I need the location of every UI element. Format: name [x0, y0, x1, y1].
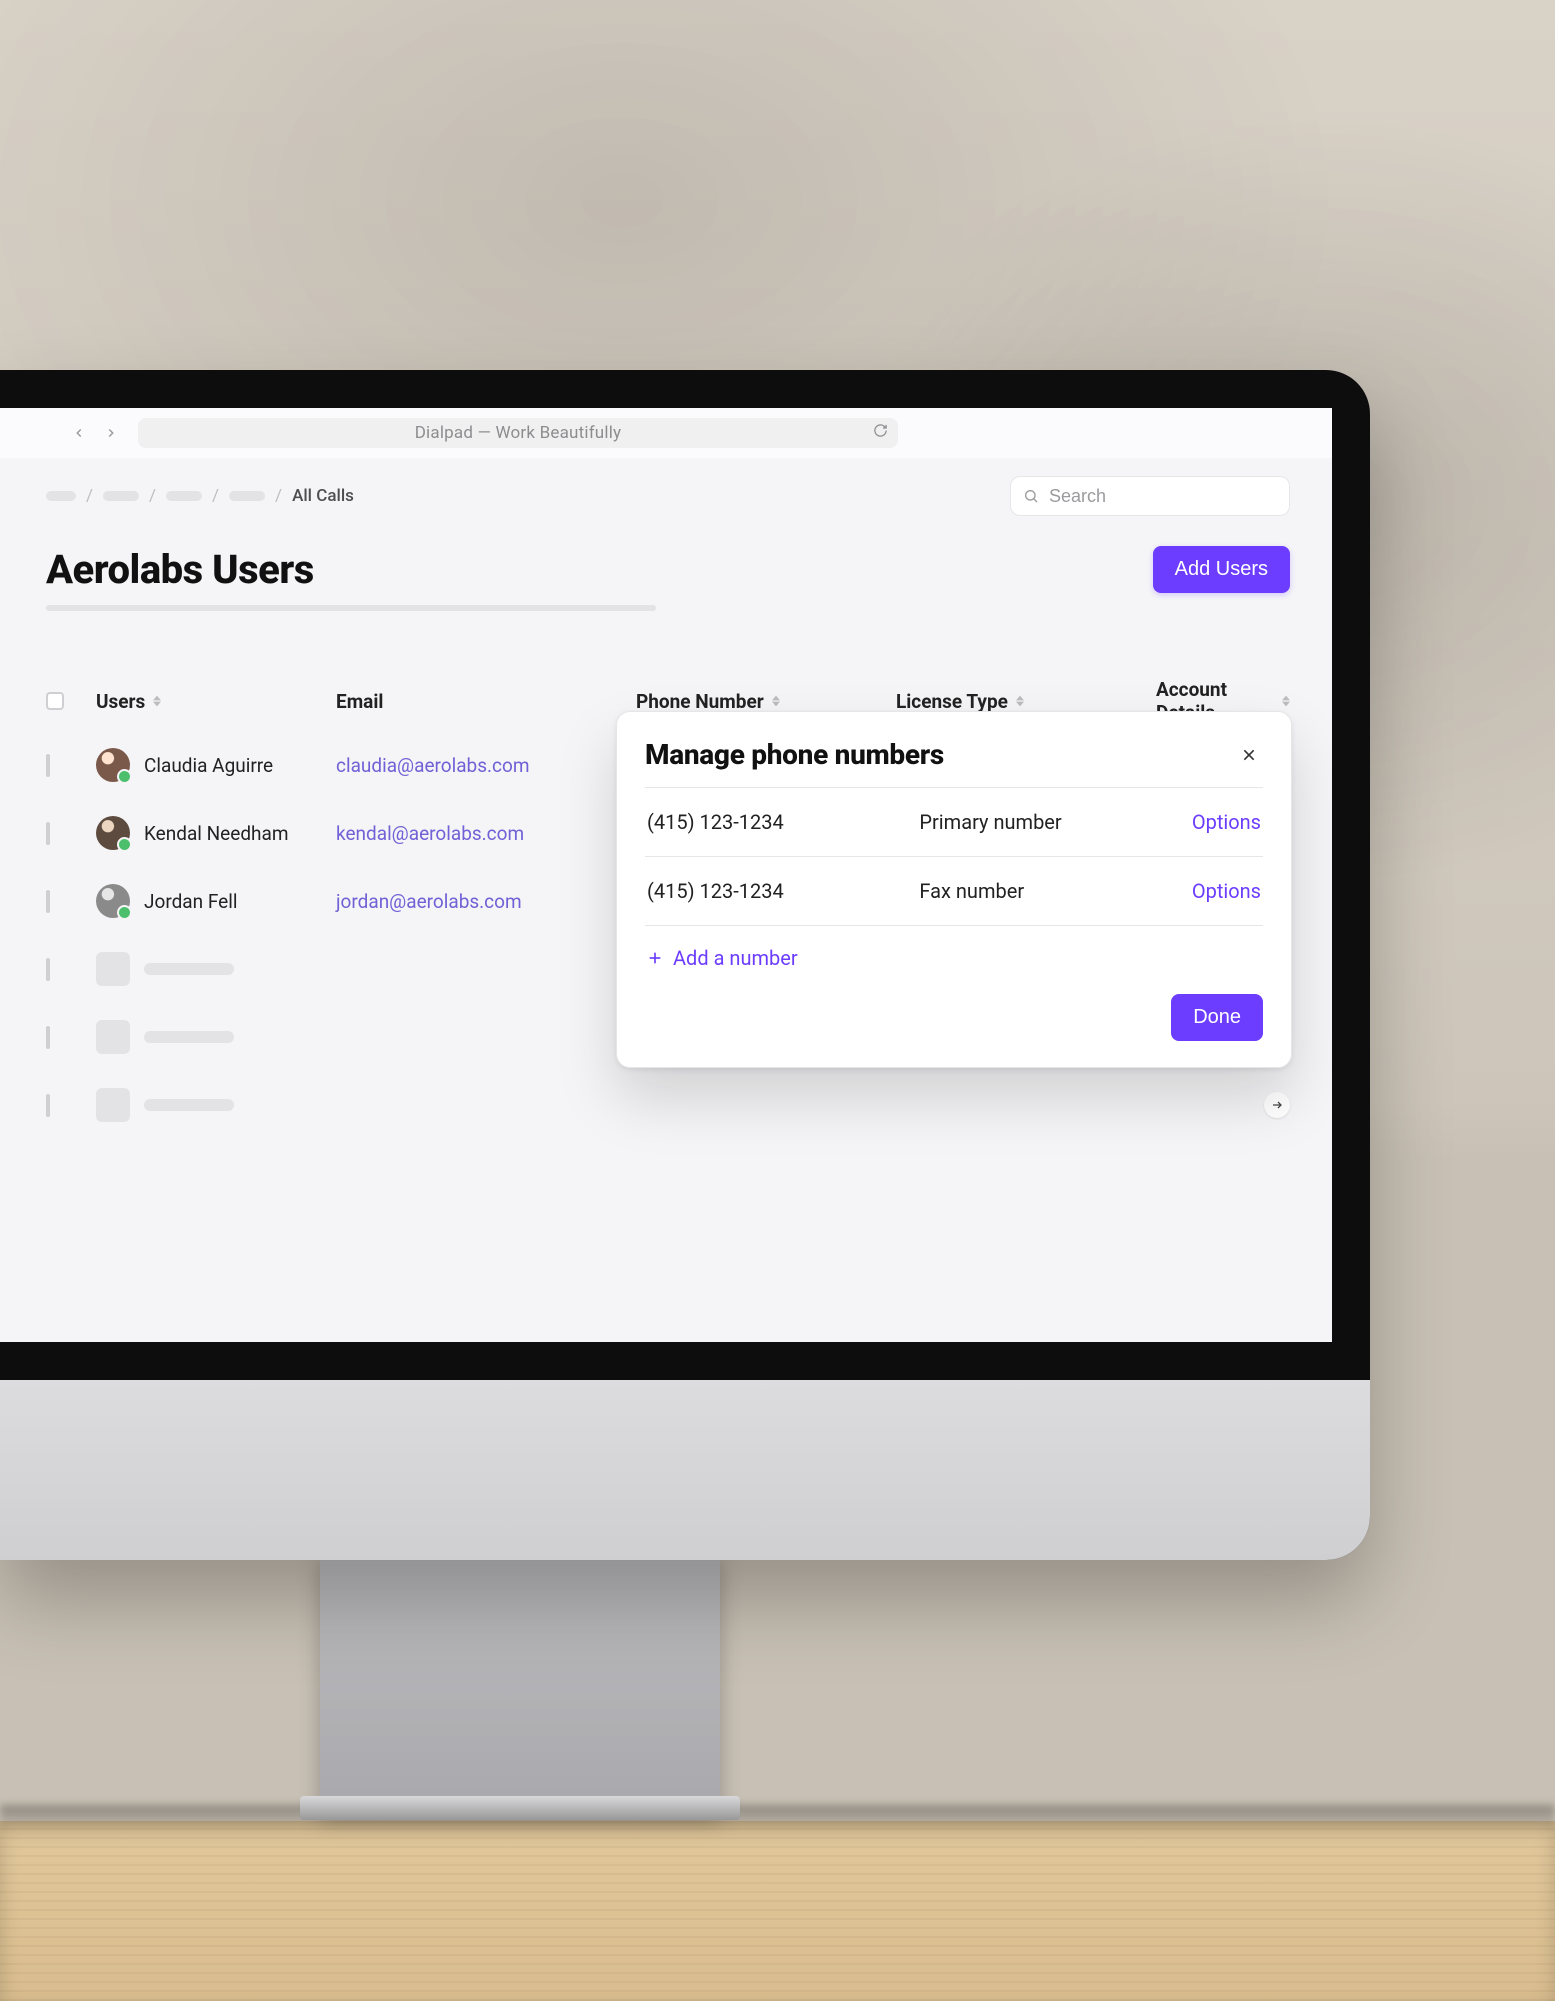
user-email-link[interactable]: jordan@aerolabs.com [336, 890, 522, 913]
avatar-skeleton [96, 1020, 130, 1054]
popover-title: Manage phone numbers [645, 738, 944, 771]
page-title: Aerolabs Users [46, 546, 314, 593]
column-license[interactable]: License Type [896, 690, 1156, 713]
breadcrumb-skeleton [229, 491, 265, 501]
breadcrumb: / / / / All Calls [46, 486, 354, 506]
column-email-label: Email [336, 690, 383, 713]
phone-number-row: (415) 123-1234 Fax number Options [645, 857, 1263, 926]
row-checkbox[interactable] [46, 1094, 50, 1117]
title-underline [46, 605, 1290, 615]
user-email-link[interactable]: kendal@aerolabs.com [336, 822, 524, 845]
desk-surface [0, 1821, 1555, 2001]
screen: Dialpad — Work Beautifully / / / [0, 408, 1332, 1342]
users-table: Users Email Phone Number [46, 671, 1290, 1139]
phone-number-value: (415) 123-1234 [647, 879, 919, 903]
row-checkbox[interactable] [46, 822, 50, 845]
phone-number-type: Fax number [919, 879, 1191, 903]
monitor-chin [0, 1380, 1370, 1560]
user-email-link[interactable]: claudia@aerolabs.com [336, 754, 530, 777]
avatar [96, 748, 130, 782]
sort-icon [1016, 695, 1024, 707]
manage-phone-numbers-popover: Manage phone numbers (415) 123-1234 Prim… [616, 711, 1292, 1068]
browser-top-bar: Dialpad — Work Beautifully [0, 408, 1332, 458]
select-all-checkbox[interactable] [46, 692, 64, 710]
row-checkbox[interactable] [46, 890, 50, 913]
row-expand-button[interactable] [1264, 1092, 1290, 1118]
page-header: Aerolabs Users Add Users [46, 546, 1290, 593]
breadcrumb-separator: / [212, 486, 219, 506]
phone-number-options-link[interactable]: Options [1192, 879, 1261, 903]
phone-number-type: Primary number [919, 810, 1191, 834]
add-number-button[interactable]: Add a number [645, 926, 1263, 980]
user-name: Claudia Aguirre [144, 754, 273, 777]
monitor-stand [320, 1548, 720, 1808]
search-icon [1023, 488, 1039, 504]
plus-icon [647, 950, 663, 966]
column-license-label: License Type [896, 690, 1008, 713]
sort-icon [153, 695, 161, 707]
breadcrumb-skeleton [46, 491, 76, 501]
sort-icon [772, 695, 780, 707]
reload-icon[interactable] [873, 423, 888, 443]
column-phone-label: Phone Number [636, 690, 764, 713]
address-bar-title: Dialpad — Work Beautifully [415, 423, 622, 443]
search-input[interactable] [1047, 485, 1277, 508]
sort-icon [1282, 695, 1290, 707]
column-email[interactable]: Email [336, 690, 636, 713]
phone-number-options-link[interactable]: Options [1192, 810, 1261, 834]
user-name: Kendal Needham [144, 822, 289, 845]
user-name: Jordan Fell [144, 890, 237, 913]
column-users[interactable]: Users [96, 690, 336, 713]
nav-back-button[interactable] [70, 424, 88, 442]
skeleton-line [144, 1031, 234, 1043]
done-button[interactable]: Done [1171, 994, 1263, 1041]
breadcrumb-separator: / [86, 486, 93, 506]
add-number-label: Add a number [673, 946, 798, 970]
nav-forward-button[interactable] [102, 424, 120, 442]
breadcrumb-skeleton [103, 491, 139, 501]
table-row-skeleton [46, 1071, 1290, 1139]
avatar-skeleton [96, 952, 130, 986]
breadcrumb-current: All Calls [292, 486, 354, 506]
row-checkbox[interactable] [46, 754, 50, 777]
row-checkbox[interactable] [46, 1026, 50, 1049]
desk-shadow [0, 1805, 1555, 1831]
phone-number-value: (415) 123-1234 [647, 810, 919, 834]
column-users-label: Users [96, 690, 145, 713]
search-field[interactable] [1010, 476, 1290, 516]
skeleton-line [144, 1099, 234, 1111]
app-topbar: / / / / All Calls [46, 472, 1290, 520]
phone-number-row: (415) 123-1234 Primary number Options [645, 788, 1263, 857]
breadcrumb-skeleton [166, 491, 202, 501]
address-bar[interactable]: Dialpad — Work Beautifully [138, 418, 898, 448]
skeleton-line [144, 963, 234, 975]
breadcrumb-separator: / [149, 486, 156, 506]
close-icon [1241, 747, 1257, 763]
column-phone[interactable]: Phone Number [636, 690, 896, 713]
breadcrumb-separator: / [275, 486, 282, 506]
app-frame: / / / / All Calls Aerola [0, 458, 1332, 1342]
add-users-button[interactable]: Add Users [1153, 546, 1290, 593]
avatar-skeleton [96, 1088, 130, 1122]
avatar [96, 884, 130, 918]
avatar [96, 816, 130, 850]
close-button[interactable] [1235, 741, 1263, 769]
monitor: Dialpad — Work Beautifully / / / [0, 370, 1370, 1560]
row-checkbox[interactable] [46, 958, 50, 981]
